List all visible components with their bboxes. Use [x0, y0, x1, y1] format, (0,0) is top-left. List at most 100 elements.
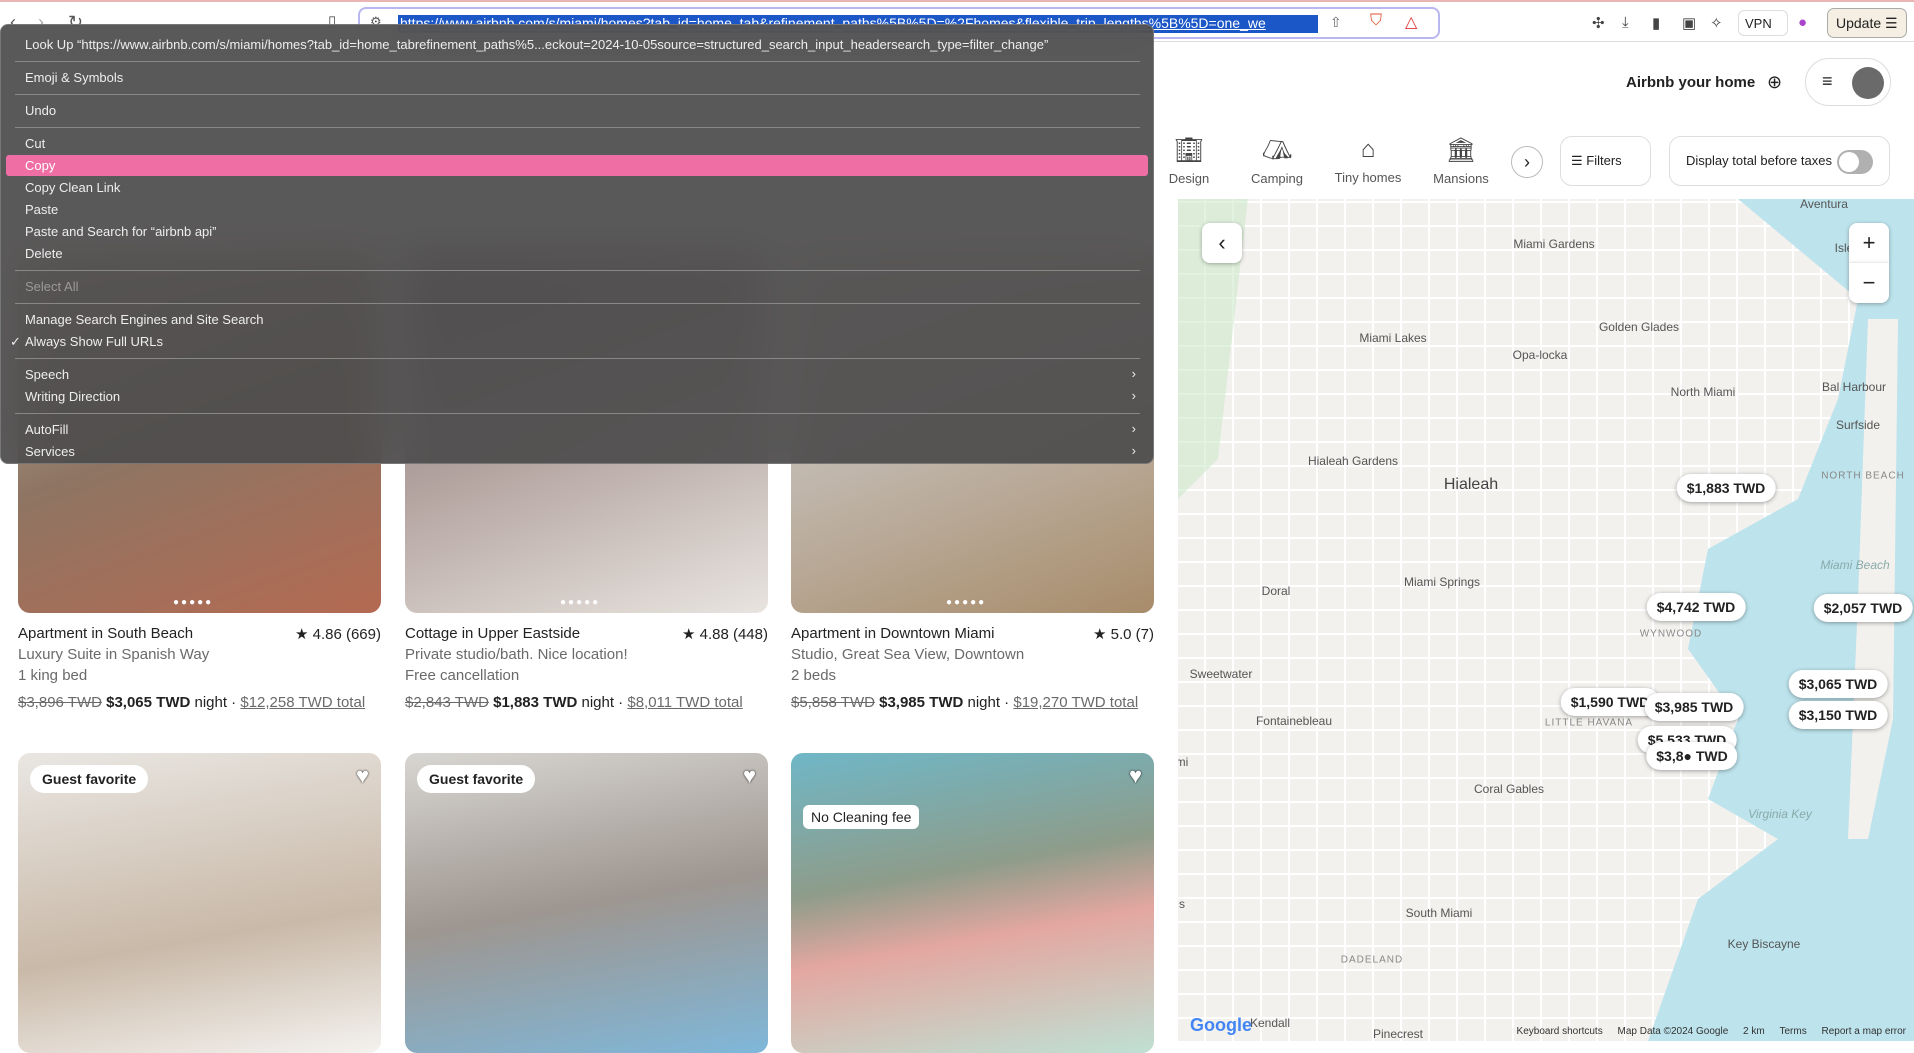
- listing-title: Apartment in Downtown Miami: [791, 625, 995, 642]
- original-price: $5,858 TWD: [791, 694, 875, 711]
- heart-icon[interactable]: ♥: [1129, 763, 1142, 789]
- user-menu-button[interactable]: ≡: [1805, 58, 1891, 106]
- menu-item-label: Always Show Full URLs: [25, 334, 163, 349]
- rating-value: 4.88 (448): [699, 626, 768, 643]
- category-tiny-homes[interactable]: ⌂ Tiny homes: [1328, 136, 1408, 185]
- map-data-text: Map Data ©2024 Google: [1617, 1026, 1729, 1037]
- zoom-in-button[interactable]: +: [1849, 223, 1889, 263]
- share-icon[interactable]: ⇧: [1330, 14, 1342, 31]
- price-marker[interactable]: $3,150 TWD: [1788, 701, 1888, 729]
- leo-ai-icon[interactable]: ✧: [1710, 14, 1723, 32]
- menu-item-copy[interactable]: Copy: [6, 155, 1148, 176]
- photo-carousel-dots[interactable]: ●●●●●: [173, 597, 213, 608]
- menu-separator: [15, 358, 1140, 359]
- menu-item-paste-and-search-for-airbnb-ap[interactable]: Paste and Search for “airbnb api”: [6, 221, 1148, 242]
- menu-item-label: AutoFill: [25, 422, 69, 437]
- terms-link[interactable]: Terms: [1780, 1026, 1807, 1037]
- chevron-right-icon: ›: [1131, 388, 1136, 403]
- guest-favorite-badge: Guest favorite: [30, 765, 149, 793]
- update-label: Update: [1836, 15, 1882, 31]
- menu-item-always-show-full-urls[interactable]: ✓ Always Show Full URLs: [6, 331, 1148, 352]
- listing-photo[interactable]: Guest favorite ♥: [405, 753, 768, 1053]
- design-icon: 🏢︎: [1173, 137, 1205, 164]
- taxes-label: Display total before taxes: [1686, 153, 1832, 168]
- menu-item-cut[interactable]: Cut: [6, 133, 1148, 154]
- keyboard-shortcuts-link[interactable]: Keyboard shortcuts: [1517, 1026, 1603, 1037]
- menu-item-speech[interactable]: Speech ›: [6, 364, 1148, 385]
- menu-item-writing-direction[interactable]: Writing Direction ›: [6, 386, 1148, 407]
- menu-item-copy-clean-link[interactable]: Copy Clean Link: [6, 177, 1148, 198]
- hamburger-icon: ≡: [1822, 71, 1833, 91]
- price-marker[interactable]: $4,742 TWD: [1646, 593, 1746, 621]
- chevron-right-icon: ›: [1131, 366, 1136, 381]
- menu-item-services[interactable]: Services ›: [6, 441, 1148, 462]
- price-marker[interactable]: $3,065 TWD: [1788, 670, 1888, 698]
- vpn-label: VPN: [1745, 16, 1772, 31]
- photo-carousel-dots[interactable]: ●●●●●: [560, 597, 600, 608]
- category-camping[interactable]: ⛺︎ Camping: [1237, 136, 1317, 186]
- total-price-link[interactable]: $19,270 TWD total: [1013, 694, 1138, 711]
- map-scale: 2 km: [1743, 1026, 1765, 1037]
- heart-icon[interactable]: ♥: [743, 763, 756, 789]
- zoom-out-button[interactable]: −: [1849, 263, 1889, 303]
- menu-item-label: Paste and Search for “airbnb api”: [25, 224, 217, 239]
- total-price-link[interactable]: $12,258 TWD total: [240, 694, 365, 711]
- collapse-map-button[interactable]: ‹: [1202, 223, 1242, 263]
- map-place-label: Coral Gables: [1473, 782, 1545, 796]
- menu-item-emoji-symbols[interactable]: Emoji & Symbols: [6, 67, 1148, 88]
- menu-item-paste[interactable]: Paste: [6, 199, 1148, 220]
- category-design[interactable]: 🏢︎ Design: [1149, 136, 1229, 186]
- price-marker[interactable]: $2,057 TWD: [1813, 594, 1913, 622]
- discounted-price: $3,065 TWD: [106, 694, 191, 711]
- minus-icon: −: [1862, 270, 1876, 295]
- total-price-link[interactable]: $8,011 TWD total: [627, 694, 742, 711]
- menu-item-label: Paste: [25, 202, 59, 217]
- map-place-label: Key Biscayne: [1727, 937, 1801, 951]
- brave-rewards-icon[interactable]: △: [1405, 12, 1417, 32]
- vpn-button[interactable]: VPN: [1738, 10, 1788, 36]
- category-mansions[interactable]: 🏛︎ Mansions: [1421, 136, 1501, 186]
- listing-photo[interactable]: No Cleaning fee ♥: [791, 753, 1154, 1053]
- menu-item-autofill[interactable]: AutoFill ›: [6, 419, 1148, 440]
- extensions-icon[interactable]: ✣: [1592, 14, 1605, 32]
- filters-button[interactable]: ☰ Filters: [1560, 136, 1651, 186]
- star-icon: ★: [294, 626, 313, 643]
- profile-icon[interactable]: ●: [1798, 14, 1807, 31]
- star-icon: ★: [681, 626, 700, 643]
- mansion-icon: 🏛︎: [1445, 137, 1477, 164]
- download-icon[interactable]: ⤓: [1622, 14, 1629, 31]
- wallet-icon[interactable]: ▣: [1682, 14, 1696, 32]
- listing-subtitle: Luxury Suite in Spanish Way: [18, 646, 210, 663]
- brave-shield-icon[interactable]: ⛉: [1370, 12, 1382, 30]
- menu-item-label: Undo: [25, 103, 57, 118]
- listing-subtitle: Private studio/bath. Nice location!: [405, 646, 628, 663]
- map-place-label: DADELAND: [1340, 954, 1404, 966]
- price-marker[interactable]: $3,985 TWD: [1644, 693, 1744, 721]
- globe-icon[interactable]: ⊕: [1767, 72, 1782, 93]
- map-place-label: Miami Beach: [1820, 558, 1890, 572]
- airbnb-your-home-link[interactable]: Airbnb your home: [1626, 74, 1755, 91]
- map-place-label: North Miami: [1670, 385, 1736, 399]
- display-total-toggle-container: Display total before taxes: [1669, 136, 1890, 186]
- heart-icon[interactable]: ♥: [356, 763, 369, 789]
- price-marker[interactable]: $3,8● TWD: [1646, 742, 1738, 770]
- listing-subtitle: Studio, Great Sea View, Downtown: [791, 646, 1025, 663]
- price-marker[interactable]: $1,883 TWD: [1676, 474, 1776, 502]
- sidebar-icon[interactable]: ▮: [1652, 14, 1660, 32]
- listing-photo[interactable]: Guest favorite ♥: [18, 753, 381, 1053]
- display-total-toggle[interactable]: [1837, 150, 1873, 174]
- map-place-label: Aventura: [1800, 199, 1848, 211]
- price-unit: night: [967, 694, 1001, 711]
- categories-next-button[interactable]: ›: [1511, 146, 1543, 178]
- update-button[interactable]: Update ☰: [1827, 8, 1907, 38]
- menu-item-label: Delete: [25, 246, 63, 261]
- photo-carousel-dots[interactable]: ●●●●●: [946, 597, 986, 608]
- report-error-link[interactable]: Report a map error: [1822, 1026, 1906, 1037]
- menu-item-manage-search-engines-and-site[interactable]: Manage Search Engines and Site Search: [6, 309, 1148, 330]
- menu-item-undo[interactable]: Undo: [6, 100, 1148, 121]
- star-icon: ★: [1093, 626, 1111, 643]
- map[interactable]: Aventura Miami Gardens Miami Lakes Golden G…: [1178, 199, 1914, 1041]
- menu-item-look-up-https-www-airbnb-com-s[interactable]: Look Up “https://www.airbnb.com/s/miami/…: [6, 34, 1148, 55]
- menu-item-delete[interactable]: Delete: [6, 243, 1148, 264]
- guest-favorite-badge: Guest favorite: [417, 765, 536, 793]
